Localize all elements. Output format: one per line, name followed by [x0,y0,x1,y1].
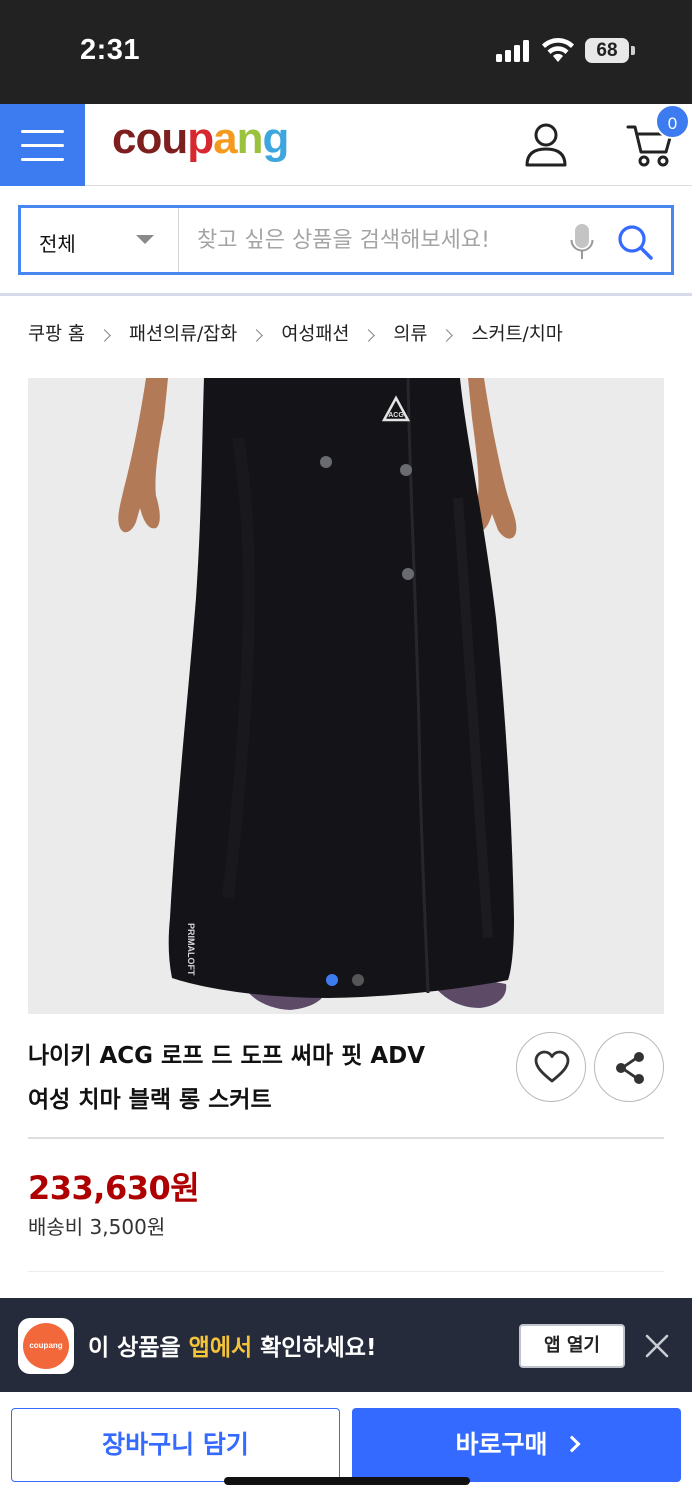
product-title: 나이키 ACG 로프 드 도프 써마 핏 ADV 여성 치마 블랙 롱 스커트 [28,1034,498,1122]
section-divider [0,293,692,296]
search-input[interactable] [197,220,567,260]
menu-button[interactable] [0,104,85,186]
chevron-right-icon [563,1435,580,1453]
status-bar: 2:31 68 [0,0,692,104]
wishlist-button[interactable] [516,1032,586,1102]
breadcrumb-women[interactable]: 여성패션 [281,320,349,346]
battery-tip [631,46,635,55]
chevron-down-icon [136,235,154,244]
logo-letter: g [262,114,290,163]
price-divider [28,1271,664,1272]
share-button[interactable] [594,1032,664,1102]
site-header: coupang [0,104,692,186]
coupang-app-icon: coupang [18,1318,74,1374]
logo-letter: c [112,114,137,163]
home-indicator[interactable] [224,1477,470,1485]
close-icon[interactable] [644,1333,670,1359]
product-price: 233,630원 [28,1169,200,1207]
microphone-icon[interactable] [570,223,594,261]
buy-now-button[interactable]: 바로구매 [352,1408,681,1482]
category-select[interactable]: 전체 [21,208,179,272]
search-icon[interactable] [617,224,653,260]
open-app-button[interactable]: 앱 열기 [519,1324,625,1368]
battery-level: 68 [585,38,629,63]
app-banner-message: 이 상품을 앱에서 확인하세요! [88,1328,376,1362]
primaloft-label: PRIMALOFT [186,923,196,976]
title-divider [28,1137,664,1139]
logo-letter: o [135,114,162,163]
banner-text-part: 이 상품을 [88,1335,189,1361]
logo-letter: a [213,114,238,163]
share-icon [616,1052,644,1084]
app-icon-label: coupang [23,1323,69,1369]
banner-text-highlight: 앱에서 [188,1335,253,1361]
logo-letter: p [187,114,214,163]
breadcrumb-skirts[interactable]: 스커트/치마 [471,320,562,346]
chevron-right-icon [362,328,376,342]
buy-now-label: 바로구매 [455,1430,548,1459]
add-to-cart-button[interactable]: 장바구니 담기 [11,1408,340,1482]
cellular-signal-icon [496,40,532,62]
search-bar: 전체 [18,205,674,275]
app-download-banner: coupang 이 상품을 앱에서 확인하세요! 앱 열기 [0,1298,692,1392]
pager-dot-active[interactable] [326,974,338,986]
logo-letter: n [236,114,264,163]
product-photo-skirt: ACG PRIMALOFT [28,378,664,1014]
chevron-right-icon [250,328,264,342]
image-pager[interactable] [326,974,364,986]
category-select-label: 전체 [39,232,76,256]
product-title-line: 나이키 ACG 로프 드 도프 써마 핏 ADV [28,1043,426,1069]
product-image[interactable]: ACG PRIMALOFT [28,378,664,1014]
shipping-fee: 배송비 3,500원 [28,1215,166,1239]
banner-text-part: 확인하세요! [252,1335,377,1361]
chevron-right-icon [98,328,111,342]
user-account-icon[interactable] [524,122,568,168]
pager-dot[interactable] [352,974,364,986]
logo-letter: u [161,114,188,163]
coupang-logo[interactable]: coupang [112,114,290,164]
product-title-line: 여성 치마 블랙 롱 스커트 [28,1087,272,1113]
breadcrumb-clothing[interactable]: 의류 [393,320,427,346]
breadcrumb-home[interactable]: 쿠팡 홈 [28,320,85,346]
acg-logo: ACG [388,412,404,419]
status-time: 2:31 [80,34,141,66]
cart-count-badge[interactable]: 0 [655,104,690,139]
wifi-icon [542,38,574,62]
breadcrumb: 쿠팡 홈 패션의류/잡화 여성패션 의류 스커트/치마 [28,318,563,348]
breadcrumb-fashion[interactable]: 패션의류/잡화 [129,320,237,346]
chevron-right-icon [440,328,454,342]
heart-icon [534,1050,570,1083]
